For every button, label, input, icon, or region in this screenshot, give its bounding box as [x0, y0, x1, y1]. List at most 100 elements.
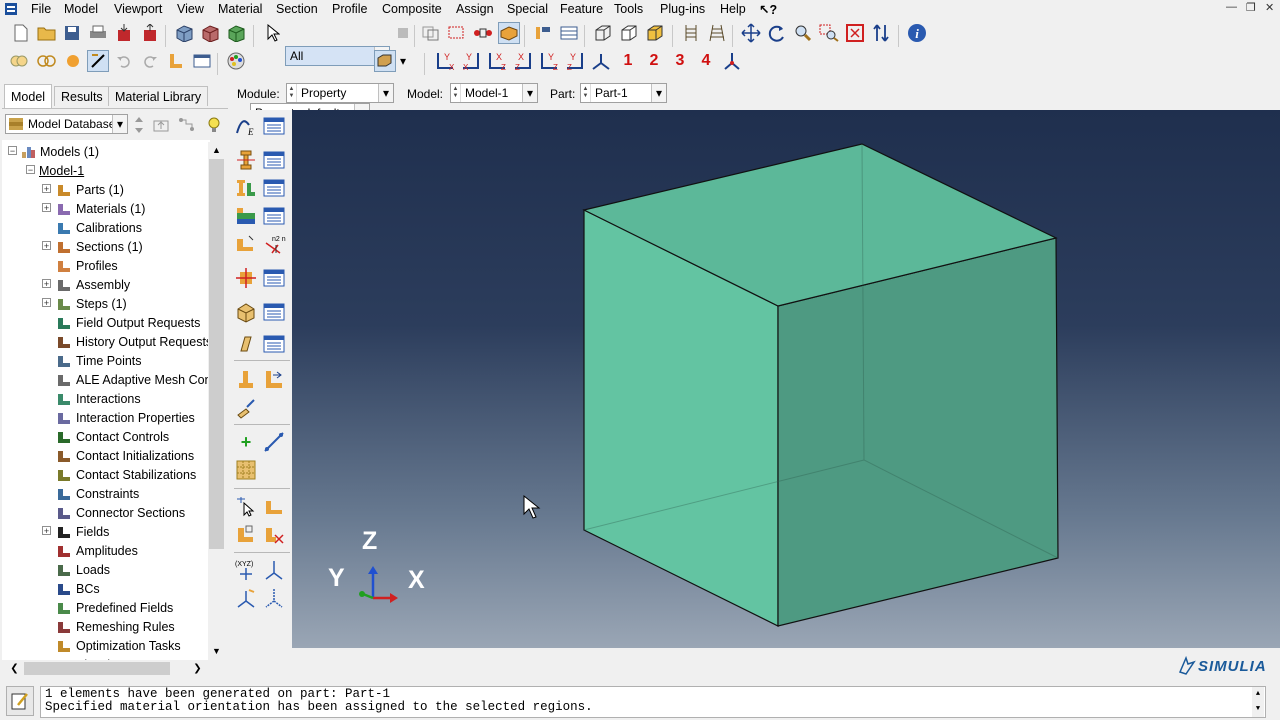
menu-viewport[interactable]: Viewport — [114, 2, 162, 16]
shaded-mode-icon[interactable] — [374, 50, 396, 72]
tree-item[interactable]: Interactions — [56, 389, 141, 408]
tree-item[interactable]: Sections (1) — [56, 237, 143, 256]
graphics-viewport[interactable]: Z Y X — [292, 110, 1280, 648]
material-manager-icon[interactable] — [262, 114, 286, 138]
undo-icon[interactable] — [113, 50, 135, 72]
tree-item[interactable]: Interaction Properties — [56, 408, 195, 427]
tree-item[interactable]: Assembly — [56, 275, 130, 294]
view-3-button[interactable]: 3 — [669, 50, 691, 72]
tree-item[interactable]: Steps (1) — [56, 294, 127, 313]
tree-item[interactable]: Profiles — [56, 256, 118, 275]
assign-normal-icon[interactable]: n2 n1 — [262, 232, 286, 256]
tree-item[interactable]: Optimization Tasks — [56, 636, 181, 655]
tree-item[interactable]: BCs — [56, 579, 100, 598]
minimize-icon[interactable]: — — [1226, 1, 1237, 13]
tree-item-model-1[interactable]: Model-1 — [39, 161, 84, 180]
menu-help[interactable]: Help — [720, 2, 746, 16]
info-icon[interactable]: i — [906, 22, 928, 44]
layup-manager-icon[interactable] — [262, 300, 286, 324]
menu-plugins[interactable]: Plug-ins — [660, 2, 705, 16]
expand-toggle[interactable]: + — [42, 279, 51, 289]
tab-results[interactable]: Results — [54, 86, 110, 106]
ladder-icon[interactable] — [680, 22, 702, 44]
special-inertia-icon[interactable] — [234, 368, 258, 392]
assign-orientation-icon[interactable] — [234, 266, 258, 290]
auto-fit-icon[interactable] — [844, 22, 866, 44]
tree-item[interactable]: Predefined Fields — [56, 598, 173, 617]
collapse-toggle[interactable]: − — [8, 146, 17, 156]
menu-material[interactable]: Material — [218, 2, 262, 16]
tree-item[interactable]: Materials (1) — [56, 199, 145, 218]
view-4-button[interactable]: 4 — [695, 50, 717, 72]
tree-horizontal-scrollbar[interactable]: ❮ ❯ — [6, 660, 206, 677]
pan-icon[interactable] — [740, 22, 762, 44]
box-zoom-icon[interactable] — [818, 22, 840, 44]
sort-updown-icon[interactable] — [132, 114, 146, 136]
chevron-down-icon[interactable]: ▾ — [396, 50, 410, 72]
create-csys-icon[interactable]: (XYZ) — [234, 558, 258, 582]
tree-item[interactable]: Contact Controls — [56, 427, 169, 446]
message-toggle-icon[interactable] — [6, 686, 34, 716]
spin-icon[interactable]: ▲ ▼ — [287, 84, 297, 102]
menu-view[interactable]: View — [177, 2, 204, 16]
redo-icon[interactable] — [139, 50, 161, 72]
special-skin-reinforcement-icon[interactable] — [234, 396, 258, 420]
select-arrow-icon[interactable] — [262, 22, 284, 44]
render-options-icon[interactable] — [10, 50, 32, 72]
create-composite-layup-icon[interactable] — [234, 300, 258, 324]
tree-item[interactable]: History Output Requests — [56, 332, 210, 351]
menu-section[interactable]: Section — [276, 2, 318, 16]
select-nodes-icon[interactable] — [472, 22, 494, 44]
tab-material-library[interactable]: Material Library — [108, 86, 209, 106]
section-manager-icon[interactable] — [262, 148, 286, 172]
spin-icon[interactable]: ▲ ▼ — [451, 84, 461, 102]
app-icon[interactable] — [4, 2, 18, 16]
tree-item-models[interactable]: Models (1) — [20, 142, 99, 161]
iso-view-icon[interactable] — [590, 50, 612, 72]
scroll-left-icon[interactable]: ❮ — [6, 660, 23, 677]
lightbulb-icon[interactable] — [203, 114, 225, 136]
create-datum-axis-icon[interactable] — [262, 430, 286, 454]
collapse-toggle[interactable]: − — [26, 165, 35, 175]
create-skin-icon[interactable] — [234, 332, 258, 356]
select-part-icon[interactable] — [498, 22, 520, 44]
expand-toggle[interactable]: + — [42, 298, 51, 308]
rotate-icon[interactable] — [766, 22, 788, 44]
module-select[interactable]: ▲ ▼ Property ▾ — [286, 83, 394, 103]
tree-item[interactable]: Loads — [56, 560, 110, 579]
tree-item[interactable]: Time Points — [56, 351, 142, 370]
expand-toggle[interactable]: + — [42, 184, 51, 194]
selection-option-icon[interactable] — [392, 22, 414, 44]
filter-tree-icon[interactable] — [176, 114, 198, 136]
tree-item[interactable]: Fields — [56, 522, 109, 541]
expand-toggle[interactable]: + — [42, 241, 51, 251]
section-assignment-manager-icon[interactable] — [262, 176, 286, 200]
scroll-up-icon[interactable]: ▲ — [208, 142, 225, 159]
whats-this-help-icon[interactable]: ↖? — [759, 2, 777, 17]
ladder-angled-icon[interactable] — [706, 22, 728, 44]
import-red-icon[interactable] — [113, 22, 135, 44]
hidden-line-cube-icon[interactable] — [618, 22, 640, 44]
create-set-icon[interactable] — [234, 522, 258, 546]
view-axis-xz-icon[interactable]: XZ — [486, 50, 508, 72]
spin-icon[interactable]: ▲ ▼ — [581, 84, 591, 102]
view-axis-xy-icon[interactable]: YX — [434, 50, 456, 72]
open-folder-icon[interactable] — [36, 22, 58, 44]
tree-item[interactable]: Parts (1) — [56, 180, 124, 199]
csys-dashed-icon[interactable] — [262, 586, 286, 610]
view-axis-yz-icon[interactable]: YZ — [538, 50, 560, 72]
mesh-cube-green-icon[interactable] — [225, 22, 247, 44]
menu-assign[interactable]: Assign — [456, 2, 494, 16]
parts-stack-icon[interactable] — [165, 50, 187, 72]
view-axis-zx-icon[interactable]: XZ — [512, 50, 534, 72]
mesh-cube-icon[interactable] — [173, 22, 195, 44]
restore-icon[interactable]: ❐ — [1246, 1, 1256, 14]
partition-icon[interactable] — [262, 494, 286, 518]
assign-beam-orientation-icon[interactable] — [234, 232, 258, 256]
zoom-icon[interactable] — [792, 22, 814, 44]
message-box[interactable]: 1 elements have been generated on part: … — [40, 686, 1266, 718]
close-icon[interactable]: ✕ — [1265, 1, 1274, 14]
print-icon[interactable] — [87, 22, 109, 44]
create-profile-icon[interactable] — [234, 204, 258, 228]
export-red-icon[interactable] — [139, 22, 161, 44]
